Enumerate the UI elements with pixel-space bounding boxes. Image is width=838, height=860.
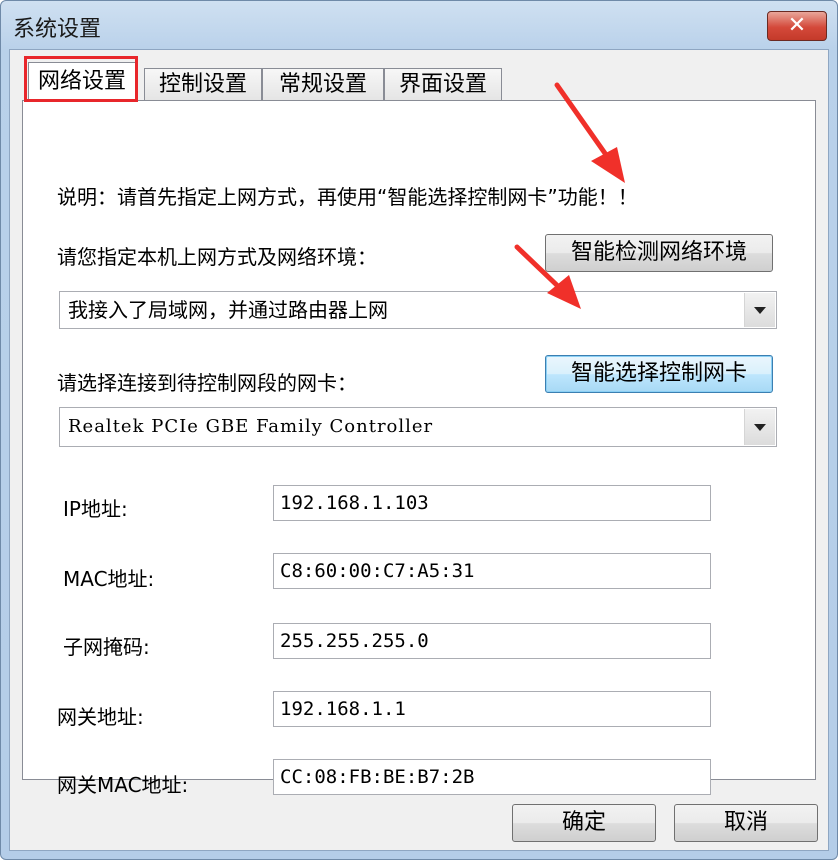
annotation-arrows [514, 82, 625, 309]
active-tab-highlight [24, 56, 138, 102]
settings-dialog: 系统设置 ✕ 网络设置 控制设置 常规设置 界面设置 说明：请首先指定上网方式，… [0, 0, 838, 860]
annotation-arrow-icon [554, 82, 625, 183]
annotation-arrow-icon [514, 244, 581, 309]
